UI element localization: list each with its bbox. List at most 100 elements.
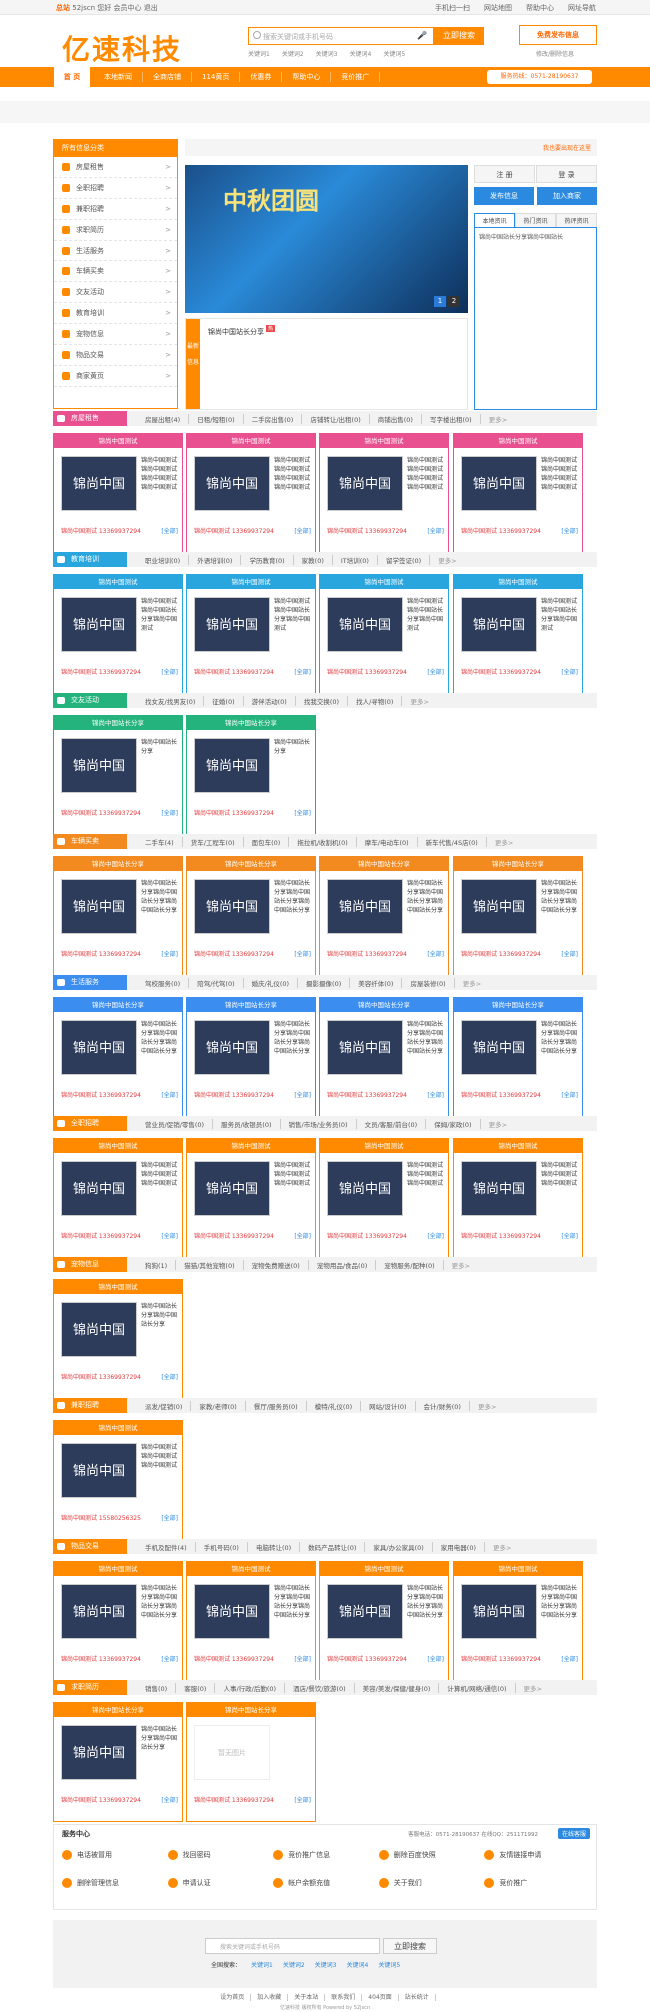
card-thumbnail[interactable]: 锦尚中国 xyxy=(61,456,137,511)
card-title[interactable]: 锦尚中国测试 xyxy=(54,575,182,589)
section-title[interactable]: 交友活动 xyxy=(53,693,127,708)
footer-search-button[interactable]: 立即搜索 xyxy=(383,1938,437,1954)
view-all-link[interactable]: [全部] xyxy=(294,667,311,676)
register-button[interactable]: 注 册 xyxy=(474,165,535,183)
view-all-link[interactable]: [全部] xyxy=(294,1795,311,1804)
microphone-icon[interactable]: 🎤 xyxy=(417,31,427,40)
view-all-link[interactable]: [全部] xyxy=(161,1513,178,1522)
subcategory-link[interactable]: 房屋出租(4) xyxy=(137,413,190,424)
banner-page[interactable]: 1 xyxy=(434,296,446,307)
card-title[interactable]: 锦尚中国站长分享 xyxy=(187,857,315,871)
sidebar-item[interactable]: 房屋租售 > xyxy=(54,157,177,178)
subcategory-link[interactable]: 写字楼出租(0) xyxy=(422,413,481,424)
view-all-link[interactable]: [全部] xyxy=(427,1231,444,1240)
subcategory-link[interactable]: 店铺转让/出租(0) xyxy=(302,413,370,424)
card-thumbnail[interactable]: 锦尚中国 xyxy=(61,1161,137,1216)
footer-link[interactable]: 设为首页 xyxy=(214,1994,252,2001)
card-thumbnail[interactable]: 锦尚中国 xyxy=(327,597,403,652)
card-thumbnail[interactable]: 锦尚中国 xyxy=(61,1725,137,1780)
footer-link[interactable]: 站长统计 xyxy=(398,1994,436,2001)
listing-card[interactable]: 锦尚中国测试 锦尚中国 锦尚中国测试锦尚中国站长分享锦尚中国测试 锦尚中国测试 133… xyxy=(453,574,583,694)
card-thumbnail[interactable]: 锦尚中国 xyxy=(327,456,403,511)
subcategory-link[interactable]: 家教(0) xyxy=(294,554,333,565)
card-title[interactable]: 锦尚中国站长分享 xyxy=(54,1703,182,1717)
top-link[interactable]: 手机扫一扫 xyxy=(435,3,470,13)
view-all-link[interactable]: [全部] xyxy=(161,1090,178,1099)
subcategory-link[interactable]: 外语培训(0) xyxy=(189,554,242,565)
view-all-link[interactable]: [全部] xyxy=(427,1654,444,1663)
card-title[interactable]: 锦尚中国测试 xyxy=(454,1139,582,1153)
footer-link[interactable]: 加入收藏 xyxy=(251,1994,289,2001)
news-item[interactable]: 锦尚中国站长分享 xyxy=(208,327,264,337)
card-title[interactable]: 锦尚中国测试 xyxy=(454,575,582,589)
subcategory-link[interactable]: 陪驾/代驾(0) xyxy=(189,977,244,988)
sidebar-item[interactable]: 教育培训 > xyxy=(54,303,177,325)
sidebar-item[interactable]: 生活服务 > xyxy=(54,241,177,262)
top-link[interactable]: 网站地图 xyxy=(484,3,512,13)
view-all-link[interactable]: [全部] xyxy=(427,1090,444,1099)
hot-keyword[interactable]: 关键词3 xyxy=(316,49,338,58)
subcategory-link[interactable]: 美容纤体(0) xyxy=(350,977,403,988)
card-title[interactable]: 锦尚中国测试 xyxy=(54,1139,182,1153)
subcategory-link[interactable]: 房屋装修(0) xyxy=(402,977,455,988)
hot-keyword[interactable]: 关键词4 xyxy=(347,1960,369,1969)
subcategory-link[interactable]: 模特/礼仪(0) xyxy=(307,1400,362,1411)
subcategory-link[interactable]: 宠物免费赠送(0) xyxy=(244,1259,309,1270)
card-thumbnail[interactable]: 锦尚中国 xyxy=(61,879,137,934)
card-title[interactable]: 锦尚中国站长分享 xyxy=(54,857,182,871)
listing-card[interactable]: 锦尚中国测试 锦尚中国 锦尚中国测试锦尚中国测试锦尚中国测试锦尚中国测试 锦尚中国测试… xyxy=(453,433,583,553)
subcategory-link[interactable]: 营业员/促销/零售(0) xyxy=(137,1118,214,1129)
card-thumbnail[interactable]: 锦尚中国 xyxy=(461,597,537,652)
card-title[interactable]: 锦尚中国测试 xyxy=(54,1421,182,1435)
subcategory-link[interactable]: 猫猫/其他宠物(0) xyxy=(176,1259,244,1270)
subcategory-link[interactable]: 宠物服务/配种(0) xyxy=(376,1259,444,1270)
subcategory-link[interactable]: 职业培训(0) xyxy=(137,554,190,565)
card-title[interactable]: 锦尚中国测试 xyxy=(454,434,582,448)
subcategory-link[interactable]: 文员/客服/前台(0) xyxy=(357,1118,427,1129)
view-all-link[interactable]: [全部] xyxy=(561,949,578,958)
listing-card[interactable]: 锦尚中国站长分享 暂无图片 锦尚中国测试 13369937294 [全部] xyxy=(186,1702,316,1822)
view-all-link[interactable]: [全部] xyxy=(294,1654,311,1663)
view-all-link[interactable]: [全部] xyxy=(161,808,178,817)
more-link[interactable]: 更多> xyxy=(516,1683,550,1693)
listing-card[interactable]: 锦尚中国测试 锦尚中国 锦尚中国站长分享锦尚中国站长分享锦尚中国站长分享 锦尚中国测试… xyxy=(453,1561,583,1681)
subcategory-link[interactable]: 派发/促销(0) xyxy=(137,1400,192,1411)
view-all-link[interactable]: [全部] xyxy=(161,1372,178,1381)
hot-keyword[interactable]: 关键词5 xyxy=(378,1960,400,1969)
card-title[interactable]: 锦尚中国站长分享 xyxy=(54,716,182,730)
section-title[interactable]: 求职简历 xyxy=(53,1680,127,1695)
view-all-link[interactable]: [全部] xyxy=(561,667,578,676)
subcategory-link[interactable]: 拖拉机/收割机(0) xyxy=(289,836,357,847)
sidebar-item[interactable]: 兼职招聘 > xyxy=(54,199,177,220)
hot-keyword[interactable]: 关键词2 xyxy=(282,49,304,58)
service-item[interactable]: 删除百度快照 xyxy=(378,1850,485,1860)
view-all-link[interactable]: [全部] xyxy=(161,949,178,958)
section-title[interactable]: 车辆买卖 xyxy=(53,834,127,849)
search-input[interactable]: 搜索关键词或手机号码 🎤 xyxy=(248,27,434,45)
listing-card[interactable]: 锦尚中国测试 锦尚中国 锦尚中国站长分享锦尚中国站长分享锦尚中国站长分享 锦尚中国测试… xyxy=(319,1561,449,1681)
service-item[interactable]: 关于我们 xyxy=(378,1878,485,1888)
subcategory-link[interactable]: 电脑转让(0) xyxy=(248,1541,301,1552)
listing-card[interactable]: 锦尚中国站长分享 锦尚中国 锦尚中国站长分享锦尚中国站长分享锦尚中国站长分享 锦尚中国… xyxy=(186,856,316,976)
subcategory-link[interactable]: 摄影摄像(0) xyxy=(298,977,351,988)
site-logo[interactable]: 亿速科技 xyxy=(62,28,182,68)
subcategory-link[interactable]: 日租/短租(0) xyxy=(189,413,244,424)
more-link[interactable]: 更多> xyxy=(470,1401,504,1411)
subcategory-link[interactable]: 服务员/收银员(0) xyxy=(213,1118,281,1129)
card-title[interactable]: 锦尚中国站长分享 xyxy=(454,998,582,1012)
card-title[interactable]: 锦尚中国测试 xyxy=(187,1562,315,1576)
card-thumbnail[interactable]: 锦尚中国 xyxy=(194,1584,270,1639)
card-thumbnail[interactable]: 锦尚中国 xyxy=(194,1020,270,1075)
subcategory-link[interactable]: 面包车(0) xyxy=(244,836,290,847)
card-thumbnail[interactable]: 锦尚中国 xyxy=(461,1584,537,1639)
subcategory-link[interactable]: 人事/行政/后勤(0) xyxy=(215,1682,286,1693)
top-link[interactable]: 帮助中心 xyxy=(526,3,554,13)
login-button[interactable]: 登 录 xyxy=(536,165,597,183)
service-item[interactable]: 找回密码 xyxy=(167,1850,274,1860)
tab-hot-comments[interactable]: 热评资讯 xyxy=(556,213,597,227)
card-thumbnail[interactable]: 锦尚中国 xyxy=(61,738,137,793)
subcategory-link[interactable]: 数码产品转让(0) xyxy=(300,1541,366,1552)
hot-keyword[interactable]: 关键词4 xyxy=(349,49,371,58)
hot-keyword[interactable]: 关键词2 xyxy=(283,1960,305,1969)
listing-card[interactable]: 锦尚中国测试 锦尚中国 锦尚中国测试锦尚中国测试锦尚中国测试 锦尚中国测试 13369… xyxy=(186,1138,316,1258)
